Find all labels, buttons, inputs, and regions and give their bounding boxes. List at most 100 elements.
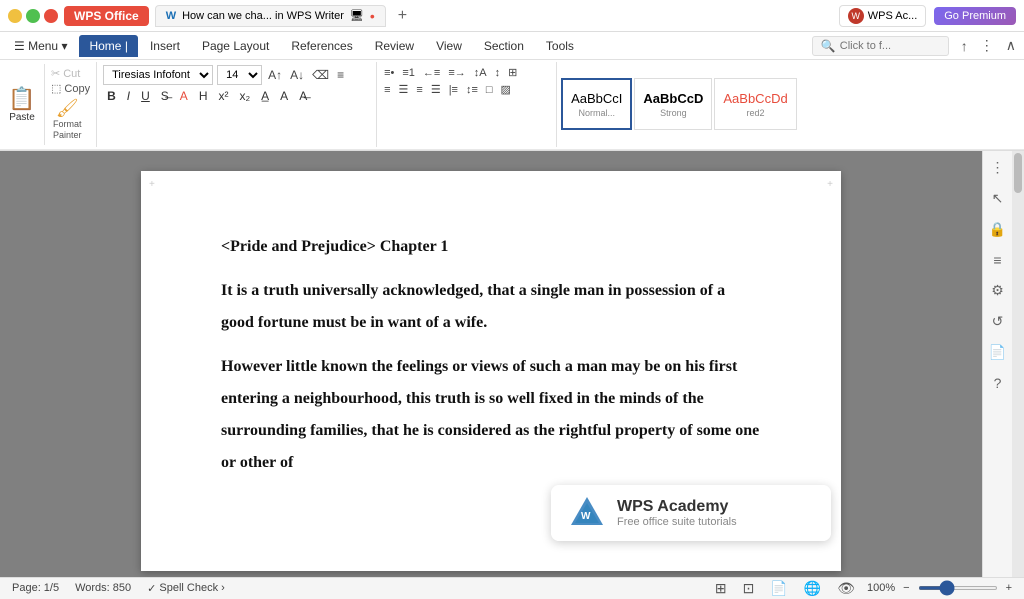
- style-strong[interactable]: AaBbCcD Strong: [634, 78, 712, 130]
- sidebar-filter-icon[interactable]: ⚙: [987, 278, 1008, 303]
- bold-button[interactable]: B: [103, 88, 120, 104]
- indent-increase-button[interactable]: ≡→: [445, 66, 468, 80]
- view-mode-icon[interactable]: ⊞: [711, 578, 731, 599]
- line-spacing-button[interactable]: ↕: [492, 66, 504, 80]
- cut-button[interactable]: ✂ Cut: [49, 66, 82, 81]
- web-view-icon[interactable]: 🌐: [800, 578, 825, 599]
- spell-check-icon: ✓: [147, 582, 156, 595]
- new-tab-button[interactable]: +: [392, 7, 413, 25]
- font-color2-button[interactable]: A̲: [257, 88, 273, 104]
- sidebar-lock-icon[interactable]: 🔒: [985, 217, 1010, 242]
- read-mode-icon[interactable]: 👁: [833, 578, 859, 599]
- sort-button[interactable]: ↕A: [471, 66, 490, 80]
- list-unordered-button[interactable]: ≡•: [381, 66, 397, 80]
- borders-button[interactable]: □: [483, 83, 496, 97]
- profile-button[interactable]: W WPS Ac...: [839, 5, 927, 27]
- sidebar-help-icon[interactable]: ?: [990, 371, 1006, 395]
- go-premium-button[interactable]: Go Premium: [934, 7, 1016, 25]
- style-strong-preview: AaBbCcD: [643, 91, 703, 106]
- insert-tab[interactable]: Insert: [140, 35, 190, 57]
- shading-button[interactable]: ▨: [498, 82, 514, 97]
- home-tab[interactable]: Home |: [79, 35, 137, 57]
- font-row-1: Tiresias Infofont 14 A↑ A↓ ⌫ ≡: [103, 65, 370, 85]
- indent-decrease-button[interactable]: ←≡: [420, 66, 443, 80]
- paste-label: Paste: [9, 112, 35, 123]
- ribbon: ☰ Menu ▾ Home | Insert Page Layout Refer…: [0, 32, 1024, 151]
- copy-button[interactable]: ⬚ Copy: [49, 81, 92, 96]
- close-button[interactable]: [44, 9, 58, 23]
- italic-button[interactable]: I: [123, 88, 134, 104]
- document-scroll-area[interactable]: + + <Pride and Prejudice> Chapter 1 It i…: [0, 151, 982, 577]
- vertical-scrollbar[interactable]: [1012, 151, 1024, 577]
- search-input[interactable]: [840, 40, 940, 52]
- sidebar-list-icon[interactable]: ≡: [989, 248, 1005, 272]
- para-spacing-button[interactable]: ↕≡: [463, 83, 481, 97]
- font-more-button[interactable]: ≡: [335, 69, 346, 81]
- clear-format-button[interactable]: ⌫: [310, 69, 331, 81]
- superscript-button[interactable]: x²: [214, 88, 232, 104]
- font-color-button[interactable]: A: [176, 88, 192, 104]
- doc-icon: W: [166, 10, 176, 22]
- paste-button[interactable]: 📋 Paste: [0, 64, 45, 145]
- char-border-button[interactable]: A̶: [295, 88, 311, 104]
- underline-button[interactable]: U: [137, 88, 154, 104]
- collapse-ribbon-button[interactable]: ∧: [1002, 35, 1020, 56]
- align-left-button[interactable]: ≡: [381, 83, 393, 97]
- zoom-slider[interactable]: [918, 586, 998, 590]
- spell-check-status[interactable]: ✓ Spell Check ›: [147, 582, 225, 595]
- maximize-button[interactable]: [26, 9, 40, 23]
- strikethrough-button[interactable]: S̶: [157, 88, 173, 104]
- section-tab[interactable]: Section: [474, 35, 534, 57]
- title-bar: WPS Office W How can we cha... in WPS Wr…: [0, 0, 1024, 32]
- fit-page-icon[interactable]: ⊡: [739, 578, 759, 599]
- page-layout-tab[interactable]: Page Layout: [192, 35, 279, 57]
- zoom-in-icon[interactable]: +: [1006, 582, 1012, 594]
- char-shading-button[interactable]: A: [276, 88, 292, 104]
- menu-tab[interactable]: ☰ Menu ▾: [4, 35, 77, 57]
- tools-tab[interactable]: Tools: [536, 35, 584, 57]
- format-painter-button[interactable]: 🖌 FormatPainter: [49, 96, 86, 143]
- para-row-1: ≡• ≡1 ←≡ ≡→ ↕A ↕ ⊞: [381, 65, 552, 80]
- scrollbar-thumb[interactable]: [1014, 153, 1022, 193]
- sidebar-history-icon[interactable]: ↺: [988, 309, 1008, 334]
- wps-logo-button[interactable]: WPS Office: [64, 6, 149, 26]
- status-bar: Page: 1/5 Words: 850 ✓ Spell Check › ⊞ ⊡…: [0, 577, 1024, 599]
- table-button[interactable]: ⊞: [505, 65, 520, 80]
- font-size-increase-button[interactable]: A↑: [266, 69, 284, 81]
- unsaved-dot: •: [370, 9, 375, 23]
- align-center-button[interactable]: ☰: [396, 82, 412, 97]
- subscript-button[interactable]: x₂: [235, 88, 254, 104]
- ribbon-actions: ↑ ⋮ ∧: [957, 35, 1020, 56]
- align-right-button[interactable]: ≡: [413, 83, 425, 97]
- sidebar-doc-icon[interactable]: 📄: [985, 340, 1010, 365]
- cut-label: Cut: [63, 68, 80, 80]
- column-break-button[interactable]: |≡: [446, 83, 461, 97]
- font-size-selector[interactable]: 14: [217, 65, 262, 85]
- print-layout-icon[interactable]: 📄: [766, 578, 791, 599]
- document-tab[interactable]: W How can we cha... in WPS Writer 🖥 •: [155, 5, 386, 27]
- font-size-decrease-button[interactable]: A↓: [288, 69, 306, 81]
- window-controls: [8, 9, 58, 23]
- style-normal[interactable]: AaBbCcI Normal...: [561, 78, 632, 130]
- style-red2[interactable]: AaBbCcDd red2: [714, 78, 796, 130]
- list-ordered-button[interactable]: ≡1: [399, 66, 418, 80]
- academy-subtitle: Free office suite tutorials: [617, 516, 737, 528]
- ribbon-search-box[interactable]: 🔍: [812, 36, 949, 56]
- share-button[interactable]: ↑: [957, 36, 972, 56]
- highlight-button[interactable]: H: [195, 88, 212, 104]
- review-tab[interactable]: Review: [365, 35, 424, 57]
- academy-title: WPS Academy: [617, 498, 737, 516]
- paste-icon: 📋: [8, 86, 35, 112]
- minimize-button[interactable]: [8, 9, 22, 23]
- more-button[interactable]: ⋮: [976, 35, 998, 56]
- document-content[interactable]: <Pride and Prejudice> Chapter 1 It is a …: [221, 231, 761, 479]
- view-tab[interactable]: View: [426, 35, 472, 57]
- references-tab[interactable]: References: [281, 35, 362, 57]
- zoom-out-icon[interactable]: −: [903, 582, 909, 594]
- sidebar-cursor-icon[interactable]: ↖: [988, 186, 1008, 211]
- sidebar-expand-icon[interactable]: ⋮: [987, 155, 1009, 180]
- font-row-2: B I U S̶ A H x² x₂ A̲ A A̶: [103, 88, 370, 104]
- align-justify-button[interactable]: ☰: [428, 82, 444, 97]
- tab-title: How can we cha... in WPS Writer: [182, 10, 344, 22]
- font-family-selector[interactable]: Tiresias Infofont: [103, 65, 213, 85]
